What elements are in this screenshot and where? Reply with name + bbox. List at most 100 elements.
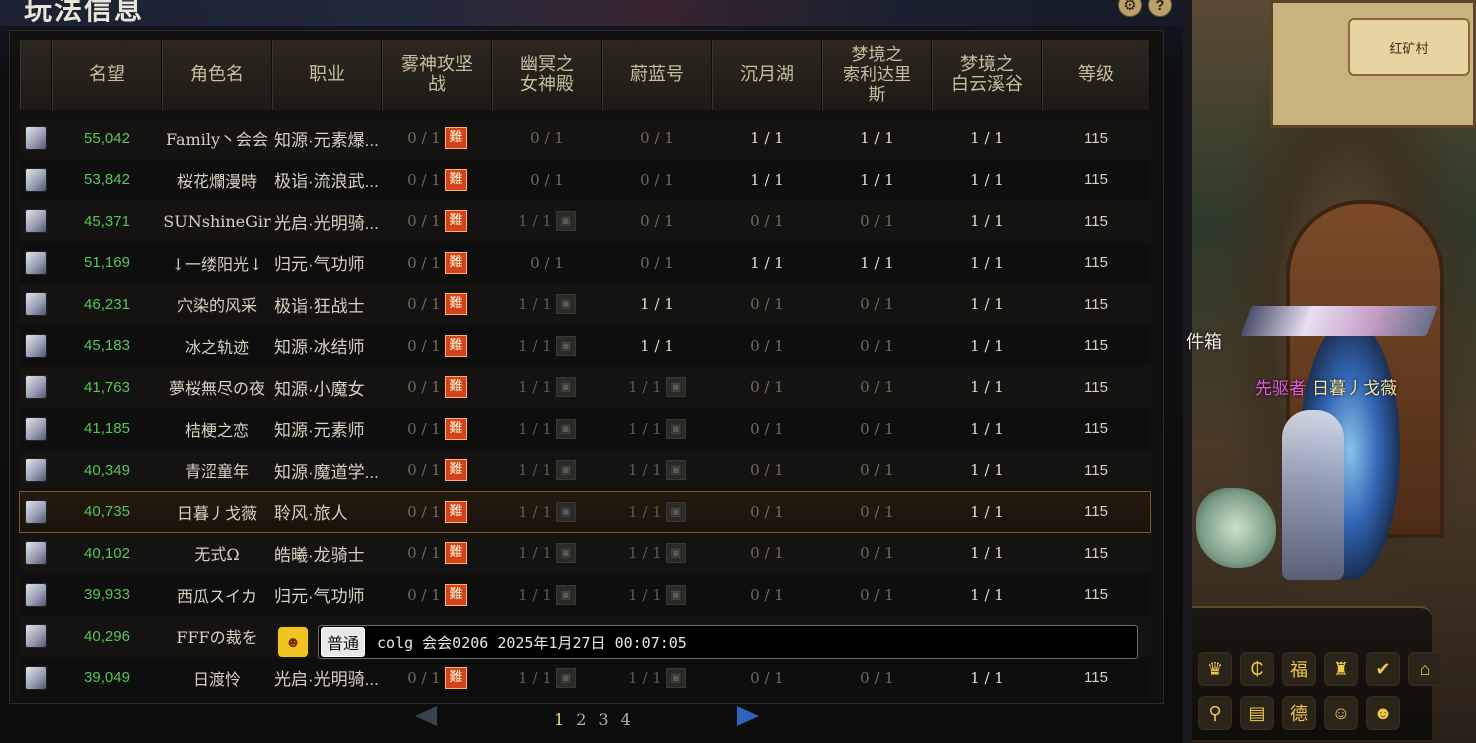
clear-count: 1 / 1: [628, 544, 662, 562]
status-sunken-moon-lake: 1 / 1: [712, 171, 822, 189]
hard-mode-badge-icon[interactable]: 難: [444, 168, 467, 191]
table-row[interactable]: 41,763 夢桜無尽の夜 知源·小魔女 0 / 1難1 / 1 ▣ 1 / 1 ▣ 0 / …: [20, 367, 1150, 407]
map-pin-icon[interactable]: ⚲: [1198, 696, 1232, 730]
header-nether-goddess-temple[interactable]: 幽冥之 女神殿: [492, 40, 602, 110]
clear-count: 1 / 1: [518, 668, 552, 687]
hard-mode-badge-icon[interactable]: 難: [444, 500, 467, 523]
coin-icon[interactable]: ₵: [1240, 652, 1274, 686]
hard-mode-badge-icon[interactable]: 難: [444, 459, 467, 481]
hard-mode-badge-icon[interactable]: 難: [444, 127, 467, 149]
table-row[interactable]: 41,185 桔梗之恋 知源·元素师 0 / 1難1 / 1 ▣ 1 / 1 ▣ 0 / 10…: [20, 408, 1150, 449]
character-avatar: [25, 292, 47, 316]
table-row[interactable]: 51,169 ↓一缕阳光↓ 归元·气功师 0 / 1難0 / 10 / 11 / 11…: [20, 242, 1150, 283]
home-icon[interactable]: ⌂: [1408, 652, 1442, 686]
lucky-bag-icon[interactable]: 福: [1282, 652, 1316, 686]
header-job[interactable]: 职业: [272, 40, 382, 110]
clear-count: 1 / 1: [750, 129, 784, 147]
table-row[interactable]: 40,349 青涩童年 知源·魔道学... 0 / 1難1 / 1 ▣ 1 / 1 ▣ 0 /…: [20, 450, 1150, 490]
status-dream-white-cloud-valley: 1 / 1: [932, 337, 1042, 355]
player-character[interactable]: [1282, 410, 1344, 580]
hard-mode-badge-icon[interactable]: 難: [444, 417, 467, 440]
fame-value: 41,185: [84, 420, 130, 437]
header-dream-solidaris[interactable]: 梦境之 索利达里 斯: [822, 40, 932, 110]
header-fame[interactable]: 名望: [52, 40, 162, 110]
job-name: 光启·光明骑...: [274, 213, 379, 233]
status-nether-goddess-temple: 1 / 1 ▣: [492, 460, 602, 480]
hard-mode-badge-icon[interactable]: 難: [444, 666, 467, 689]
page-number[interactable]: 4: [621, 710, 631, 729]
status-azure-ship: 0 / 1: [602, 129, 712, 147]
panel-banner: [0, 0, 1192, 26]
status-dream-solidaris: 1 / 1: [822, 171, 932, 189]
hard-mode-badge-icon[interactable]: 難: [444, 293, 467, 315]
checklist-icon[interactable]: ✔: [1366, 652, 1400, 686]
avatar-red-icon[interactable]: ☺: [1324, 696, 1358, 730]
hard-mode-badge-icon[interactable]: 難: [444, 251, 467, 274]
table-row[interactable]: 46,231 穴染的风采 极诣·狂战士 0 / 1難1 / 1 ▣ 1 / 10 / 10…: [20, 284, 1150, 324]
table-row[interactable]: 45,371 SUNshineGir 光启·光明骑... 0 / 1難1 / 1 ▣ 0 …: [20, 201, 1150, 241]
table-row[interactable]: 55,042 Family丶会会 知源·元素爆... 0 / 1難0 / 10 / 1…: [20, 118, 1150, 158]
lock-icon: ▣: [665, 543, 686, 563]
table-row[interactable]: 40,735 日暮丿戈薇 聆风·旅人 0 / 1難1 / 1 ▣ 1 / 1 ▣ 0 / 10…: [19, 490, 1151, 533]
crown-icon[interactable]: ♛: [1198, 652, 1232, 686]
chat-emoji-icon[interactable]: ☻: [276, 625, 310, 659]
hard-mode-badge-icon[interactable]: 難: [444, 583, 467, 606]
hard-mode-badge-icon[interactable]: 難: [444, 542, 467, 564]
header-mist-god-raid[interactable]: 雾神攻坚 战: [382, 40, 492, 110]
panel-divider: [1183, 0, 1192, 743]
header-sunken-moon-lake[interactable]: 沉月湖: [712, 40, 822, 110]
clear-count: 1 / 1: [628, 461, 662, 479]
hard-mode-badge-icon[interactable]: 難: [444, 376, 467, 398]
mailbox-label[interactable]: 件箱: [1186, 328, 1222, 354]
clear-count: 0 / 1: [750, 668, 784, 687]
level-value: 115: [1084, 254, 1108, 271]
gear-icon[interactable]: ⚙: [1118, 0, 1142, 17]
table-row[interactable]: 53,842 桜花爛漫時 极诣·流浪武... 0 / 1難0 / 10 / 11 / …: [20, 159, 1150, 200]
next-page-arrow-icon[interactable]: [737, 706, 759, 726]
clear-count: 0 / 1: [640, 253, 674, 272]
hard-mode-badge-icon[interactable]: 難: [444, 210, 467, 232]
table-row[interactable]: 39,049 日渡怜 光启·光明骑... 0 / 1難1 / 1 ▣ 1 / 1 ▣ 0 / …: [20, 657, 1150, 698]
avatar-cell: [20, 375, 52, 399]
header-character-name[interactable]: 角色名: [162, 40, 272, 110]
clear-count: 1 / 1: [970, 253, 1004, 272]
clear-count: 0 / 1: [640, 170, 674, 189]
clear-count: 1 / 1: [970, 295, 1004, 313]
chat-message-text: colg 会会0206 2025年1月27日 00:07:05: [377, 633, 687, 652]
avatar-cell: [20, 416, 52, 441]
clear-count: 0 / 1: [530, 129, 564, 147]
clear-count: 0 / 1: [750, 461, 784, 479]
prev-page-arrow-icon[interactable]: [415, 706, 437, 726]
chat-channel-tag[interactable]: 普通: [321, 627, 366, 657]
header-level[interactable]: 等级: [1042, 40, 1150, 110]
table-row[interactable]: 45,183 冰之轨迹 知源·冰结师 0 / 1難1 / 1 ▣ 1 / 10 / 10 …: [20, 325, 1150, 366]
status-dream-solidaris: 0 / 1: [822, 503, 932, 521]
trophy-icon[interactable]: ♜: [1324, 652, 1358, 686]
avatar-pink-icon[interactable]: ☻: [1366, 696, 1400, 730]
guild-icon[interactable]: 德: [1282, 696, 1316, 730]
hard-mode-badge-icon[interactable]: 難: [444, 334, 467, 357]
fame-value: 55,042: [84, 129, 130, 147]
page-number[interactable]: 3: [598, 710, 608, 729]
avatar-cell: [20, 499, 52, 524]
status-sunken-moon-lake: 0 / 1: [712, 337, 822, 355]
character-avatar: [25, 333, 47, 358]
page-number[interactable]: 2: [576, 710, 586, 729]
header-azure-ship[interactable]: 蔚蓝号: [602, 40, 712, 110]
clear-count: 1 / 1: [628, 378, 662, 396]
status-nether-goddess-temple: 1 / 1 ▣: [492, 501, 602, 522]
help-icon[interactable]: ?: [1148, 0, 1172, 17]
lock-icon: ▣: [665, 460, 686, 480]
book-icon[interactable]: ▤: [1240, 696, 1274, 730]
status-azure-ship: 1 / 1: [602, 337, 712, 355]
character-avatar: [25, 209, 47, 233]
page-number[interactable]: 1: [554, 710, 564, 729]
hud-row-bottom: ⚲ ▤ 德 ☺ ☻: [1198, 696, 1400, 730]
lock-icon: ▣: [555, 294, 576, 314]
table-row[interactable]: 39,933 西瓜スイカ 归元·气功师 0 / 1難1 / 1 ▣ 1 / 1 ▣ 0 / 1…: [20, 574, 1150, 615]
clear-count: 0 / 1: [407, 585, 441, 604]
clear-count: 0 / 1: [407, 668, 441, 687]
header-dream-white-cloud-valley[interactable]: 梦境之 白云溪谷: [932, 40, 1042, 110]
character-avatar: [25, 665, 47, 690]
table-row[interactable]: 40,102 无式Ω 皓曦·龙骑士 0 / 1難1 / 1 ▣ 1 / 1 ▣ 0 / 10 …: [20, 533, 1150, 573]
